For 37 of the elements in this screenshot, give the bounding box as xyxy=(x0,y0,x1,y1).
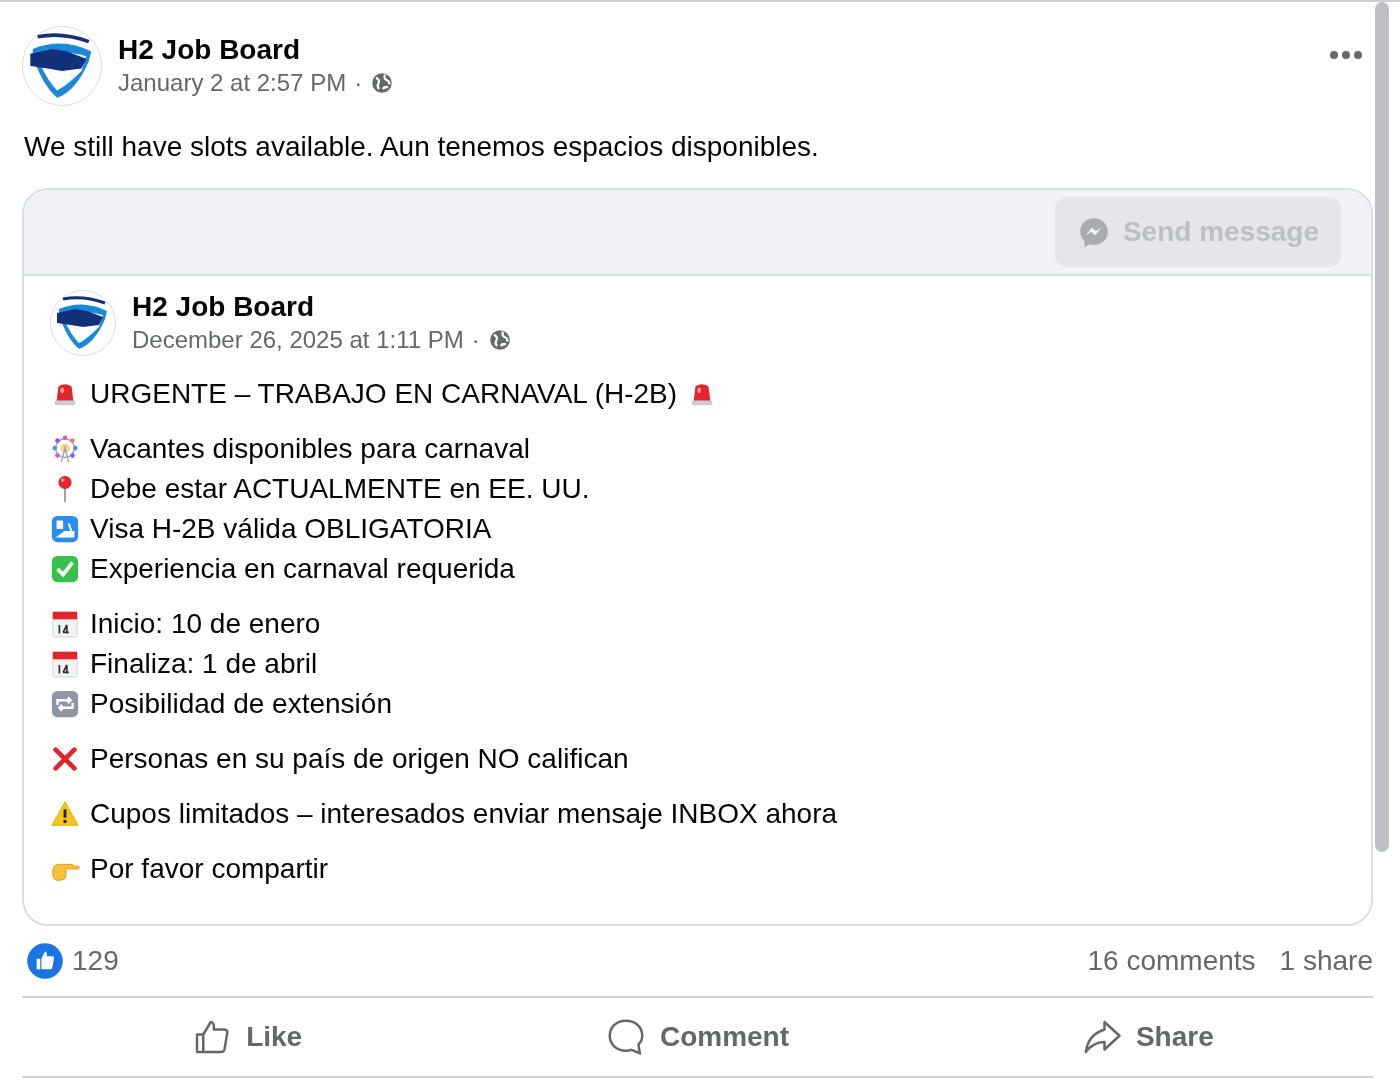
post-line: Debe estar ACTUALMENTE en EE. UU. xyxy=(90,472,590,506)
separator-dot: · xyxy=(471,325,480,355)
author-name[interactable]: H2 Job Board xyxy=(132,290,512,324)
comment-count[interactable]: 16 comments xyxy=(1087,940,1256,982)
post-line: Cupos limitados – interesados enviar mensaje INBOX ahora xyxy=(90,797,838,831)
post-line: Posibilidad de extensión xyxy=(90,687,392,721)
passport-control-icon xyxy=(50,514,80,544)
post-timestamp[interactable]: January 2 at 2:57 PM xyxy=(118,67,347,99)
calendar-icon xyxy=(50,609,80,639)
separator-dot: · xyxy=(354,68,363,98)
post-line: Inicio: 10 de enero xyxy=(90,607,321,641)
post-line: Finaliza: 1 de abril xyxy=(90,647,318,681)
cross-mark-icon xyxy=(50,744,80,774)
share-button[interactable]: Share xyxy=(922,998,1373,1076)
post-timestamp[interactable]: December 26, 2025 at 1:11 PM xyxy=(132,324,464,356)
comment-button[interactable]: Comment xyxy=(472,998,923,1076)
share-count[interactable]: 1 share xyxy=(1279,940,1373,982)
author-name[interactable]: H2 Job Board xyxy=(118,33,395,67)
post-line: Por favor compartir xyxy=(90,852,329,886)
post-line: Experiencia en carnaval requerida xyxy=(90,552,515,586)
repeat-arrows-icon xyxy=(50,689,80,719)
post-line: Visa H-2B válida OBLIGATORIA xyxy=(90,512,492,546)
like-count[interactable]: 129 xyxy=(72,940,119,982)
scrollbar[interactable] xyxy=(1375,2,1389,852)
post-text: We still have slots available. Aun tenemos espacios disponibles. xyxy=(24,130,820,164)
more-options-icon[interactable] xyxy=(1329,50,1363,60)
like-reaction-icon[interactable] xyxy=(26,942,64,980)
post-line: URGENTE – TRABAJO EN CARNAVAL (H-2B) xyxy=(90,377,678,411)
like-button[interactable]: Like xyxy=(22,998,473,1076)
globe-icon xyxy=(487,328,512,352)
calendar-icon xyxy=(50,649,80,679)
globe-icon xyxy=(370,71,395,95)
post-line: Vacantes disponibles para carnaval xyxy=(90,432,530,466)
ferris-wheel-icon xyxy=(50,434,80,464)
check-mark-icon xyxy=(50,554,80,584)
warning-icon xyxy=(50,799,80,829)
post-line: Personas en su país de origen NO califican xyxy=(90,742,629,776)
